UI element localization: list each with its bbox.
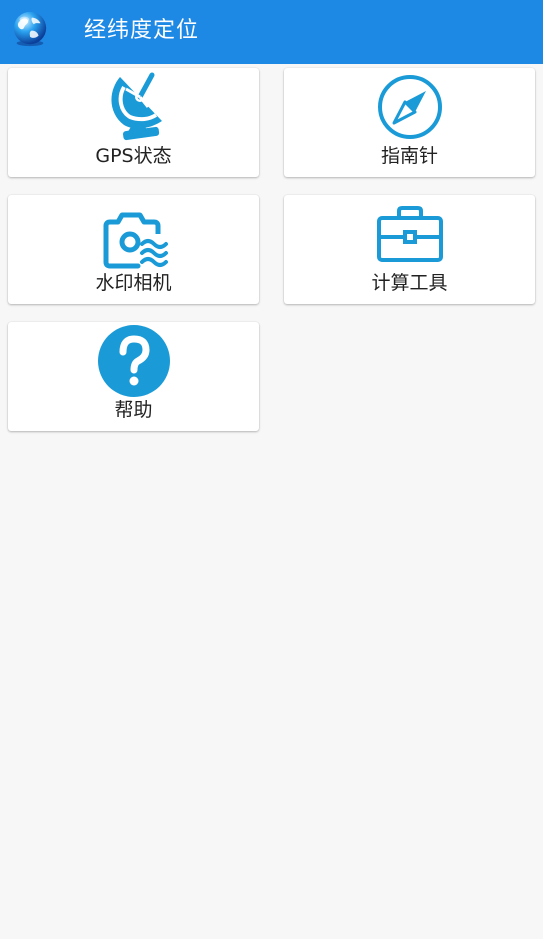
- gps-status-card[interactable]: GPS状态: [8, 68, 259, 177]
- calculation-tools-card[interactable]: 计算工具: [284, 195, 535, 304]
- help-label: 帮助: [114, 399, 153, 421]
- toolbox-icon: [376, 206, 443, 262]
- watermark-camera-label: 水印相机: [95, 272, 172, 294]
- help-card[interactable]: 帮助: [8, 322, 259, 431]
- satellite-dish-icon: [110, 72, 162, 141]
- app-title: 经纬度定位: [84, 18, 200, 43]
- watermark-camera-card[interactable]: 水印相机: [8, 195, 259, 304]
- compass-card[interactable]: 指南针: [284, 68, 535, 177]
- watermark-camera-icon: [103, 212, 168, 269]
- calculation-tools-label: 计算工具: [371, 272, 448, 294]
- globe-icon: [13, 11, 47, 47]
- app-bar: 经纬度定位: [0, 0, 543, 64]
- compass-label: 指南针: [380, 145, 438, 167]
- compass-icon: [377, 75, 442, 139]
- gps-status-label: GPS状态: [95, 145, 172, 167]
- help-icon: [97, 325, 170, 397]
